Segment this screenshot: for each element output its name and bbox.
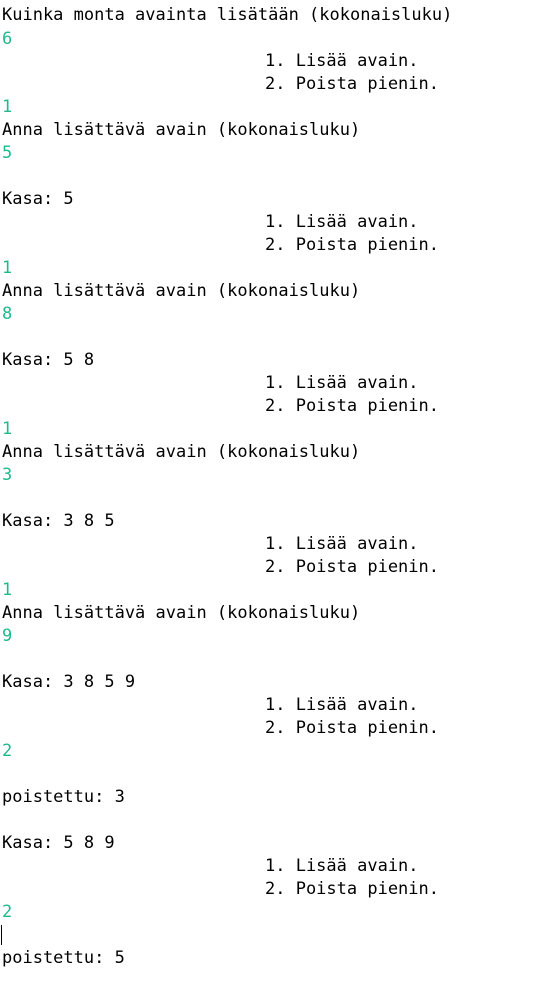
console-line-heap: Kasa: 5 8 9 bbox=[2, 833, 115, 853]
console-line-input: 3 bbox=[2, 465, 13, 485]
menu-option-add: 1. Lisää avain. bbox=[265, 51, 419, 71]
console-line-heap: Kasa: 5 8 bbox=[2, 350, 95, 370]
console-line-input: 2 bbox=[2, 741, 13, 761]
console-line-prompt-key: Anna lisättävä avain (kokonaisluku) bbox=[2, 281, 361, 301]
console-line-heap: Kasa: 5 bbox=[2, 189, 74, 209]
console-line-input: 1 bbox=[2, 258, 13, 278]
console-line-input: 1 bbox=[2, 580, 13, 600]
window-edge bbox=[0, 0, 546, 2]
menu-option-add: 1. Lisää avain. bbox=[265, 373, 419, 393]
menu-option-remove-min: 2. Poista pienin. bbox=[265, 557, 439, 577]
menu-option-remove-min: 2. Poista pienin. bbox=[265, 718, 439, 738]
menu-option-add: 1. Lisää avain. bbox=[265, 534, 419, 554]
console-line-input: 1 bbox=[2, 97, 13, 117]
menu-option-remove-min: 2. Poista pienin. bbox=[265, 396, 439, 416]
console-line-input: 9 bbox=[2, 626, 13, 646]
console-line-input: 1 bbox=[2, 419, 13, 439]
console-line-input: 5 bbox=[2, 143, 13, 163]
console-line-heap: Kasa: 3 8 5 9 bbox=[2, 672, 136, 692]
console-line-input: 8 bbox=[2, 304, 13, 324]
menu-option-remove-min: 2. Poista pienin. bbox=[265, 879, 439, 899]
menu-option-add: 1. Lisää avain. bbox=[265, 856, 419, 876]
menu-option-remove-min: 2. Poista pienin. bbox=[265, 74, 439, 94]
console-line-removed: poistettu: 3 bbox=[2, 787, 125, 807]
menu-option-remove-min: 2. Poista pienin. bbox=[265, 235, 439, 255]
text-caret bbox=[1, 925, 2, 945]
console-line-prompt-key: Anna lisättävä avain (kokonaisluku) bbox=[2, 442, 361, 462]
console-line-prompt-key: Anna lisättävä avain (kokonaisluku) bbox=[2, 120, 361, 140]
console-line-prompt-count: Kuinka monta avainta lisätään (kokonaisl… bbox=[2, 5, 453, 25]
console-line-input: 6 bbox=[2, 29, 13, 49]
console-line-heap: Kasa: 3 8 5 bbox=[2, 511, 115, 531]
console-output[interactable]: Kuinka monta avainta lisätään (kokonaisl… bbox=[0, 0, 546, 987]
menu-option-add: 1. Lisää avain. bbox=[265, 212, 419, 232]
console-line-removed: poistettu: 5 bbox=[2, 948, 125, 968]
console-line-input: 2 bbox=[2, 902, 13, 922]
console-line-prompt-key: Anna lisättävä avain (kokonaisluku) bbox=[2, 603, 361, 623]
menu-option-add: 1. Lisää avain. bbox=[265, 695, 419, 715]
